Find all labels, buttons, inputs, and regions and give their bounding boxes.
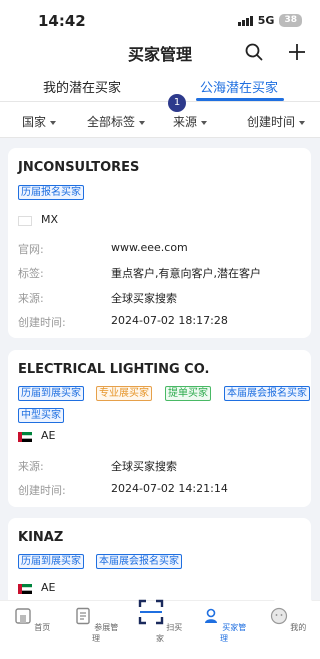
active-tab-indicator: [196, 98, 284, 101]
scan-icon: [138, 599, 163, 625]
buyer-tag: 提单买家: [165, 386, 211, 401]
buyer-tag: 专业展买家: [96, 386, 152, 401]
buyer-card[interactable]: KINAZ 历届到展买家 本届展会报名买家 AE: [8, 518, 311, 608]
filter-created-time-label: 创建时间: [247, 115, 296, 129]
created-label: 创建时间:: [18, 316, 66, 329]
buyer-tag: 历届到展买家: [18, 554, 84, 569]
country-code: AE: [41, 581, 56, 594]
document-icon: [76, 607, 90, 625]
source-value: 全球买家搜索: [111, 292, 177, 305]
bottom-tab-bar: 首页 参展管理 扫买家 买家管理 我的: [0, 597, 320, 659]
filter-source-label: 来源: [173, 115, 198, 129]
profile-icon: [270, 607, 287, 625]
buyer-tag: 本届展会报名买家: [224, 386, 310, 401]
tabbar-profile[interactable]: 我的: [263, 607, 313, 633]
source-label: 来源:: [18, 460, 44, 473]
tabbar-exhibition[interactable]: 参展管理: [71, 607, 121, 644]
source-label: 来源:: [18, 292, 44, 305]
buyer-card[interactable]: ELECTRICAL LIGHTING CO. 历届到展买家 专业展买家 提单买…: [8, 350, 311, 507]
caret-down-icon: [50, 120, 57, 125]
filter-country-label: 国家: [22, 115, 47, 129]
company-name: KINAZ: [18, 530, 64, 545]
country-flag-icon: [18, 216, 32, 226]
battery-icon: 38: [279, 14, 302, 27]
filter-created-time[interactable]: 创建时间: [247, 113, 306, 130]
tabbar-exhibition-label: 参展管理: [92, 623, 119, 643]
tabbar-scan[interactable]: 扫买家: [135, 597, 313, 644]
buyer-tag: 历届报名买家: [18, 185, 84, 200]
tabbar-home[interactable]: 首页: [7, 607, 57, 633]
filter-source[interactable]: 来源: [173, 113, 208, 130]
filter-tags-label: 全部标签: [87, 115, 136, 129]
tab-public-potential-buyers[interactable]: 公海潜在买家: [200, 77, 278, 96]
caret-down-icon: [201, 120, 208, 125]
filter-tags[interactable]: 全部标签: [87, 113, 146, 130]
country-code: AE: [41, 429, 56, 442]
search-icon[interactable]: [244, 42, 264, 62]
tags-value: 重点客户,有意向客户,潜在客户: [111, 267, 261, 280]
created-value: 2024-07-02 14:21:14: [111, 482, 228, 495]
buyer-card[interactable]: JNCONSULTORES 历届报名买家 MX 官网: www.eee.com …: [8, 148, 311, 338]
tabbar-profile-label: 我的: [290, 623, 307, 632]
created-label: 创建时间:: [18, 484, 66, 497]
tab-my-potential-buyers[interactable]: 我的潜在买家: [43, 77, 121, 96]
status-indicators: 5G 38: [237, 14, 302, 27]
buyer-icon: [204, 608, 217, 623]
home-icon: [15, 608, 31, 624]
status-time: 14:42: [38, 12, 86, 30]
company-name: ELECTRICAL LIGHTING CO.: [18, 362, 210, 377]
source-value: 全球买家搜索: [111, 460, 177, 473]
signal-icon: [237, 15, 253, 26]
website-value[interactable]: www.eee.com: [111, 241, 188, 254]
page-title: 买家管理: [127, 45, 192, 64]
tab-bar: 我的潜在买家 公海潜在买家 1: [0, 70, 320, 112]
caret-down-icon: [299, 120, 306, 125]
plus-icon[interactable]: [287, 42, 307, 62]
status-bar: 14:42 5G 38: [0, 0, 320, 38]
nav-bar: 买家管理: [0, 38, 320, 70]
tabbar-scan-label: 扫买家: [156, 623, 183, 643]
tabbar-buyer-management-label: 买家管理: [220, 623, 247, 643]
buyer-tag: 本届展会报名买家: [96, 554, 182, 569]
website-label: 官网:: [18, 243, 44, 256]
filter-country[interactable]: 国家: [22, 113, 57, 130]
filter-bar: 国家 全部标签 来源 创建时间: [0, 102, 320, 138]
country-flag-icon: [18, 432, 32, 442]
created-value: 2024-07-02 18:17:28: [111, 314, 228, 327]
country-code: MX: [41, 213, 59, 226]
tags-label: 标签:: [18, 267, 44, 280]
notification-badge: 1: [168, 94, 186, 112]
tabbar-buyer-management[interactable]: 买家管理: [199, 607, 249, 644]
country-flag-icon: [18, 584, 32, 594]
buyer-tag: 历届到展买家: [18, 386, 84, 401]
network-label: 5G: [257, 14, 275, 27]
caret-down-icon: [139, 120, 146, 125]
buyer-tag: 中型买家: [18, 408, 64, 423]
company-name: JNCONSULTORES: [18, 160, 140, 175]
tabbar-home-label: 首页: [34, 623, 51, 632]
